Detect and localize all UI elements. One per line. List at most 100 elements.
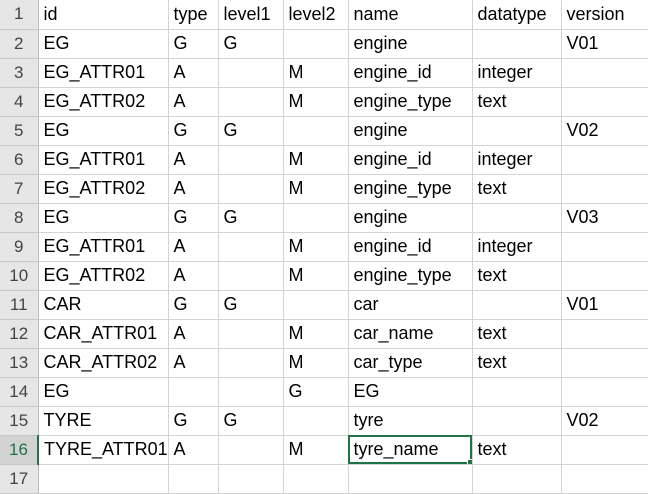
cell-type[interactable] — [168, 464, 219, 494]
row-header[interactable]: 16 — [0, 435, 39, 465]
cell-datatype[interactable] — [472, 377, 562, 407]
cell-level2[interactable] — [283, 464, 349, 494]
row-header[interactable]: 10 — [0, 261, 39, 291]
cell-type[interactable]: G — [168, 203, 219, 233]
cell-level2[interactable]: M — [283, 261, 349, 291]
cell-id[interactable]: TYRE — [38, 406, 169, 436]
cell-version[interactable]: version — [561, 0, 648, 30]
cell-level2[interactable]: M — [283, 174, 349, 204]
cell-level1[interactable]: G — [218, 406, 284, 436]
cell-type[interactable]: A — [168, 319, 219, 349]
cell-level1[interactable] — [218, 58, 284, 88]
cell-version[interactable]: V01 — [561, 290, 648, 320]
cell-datatype[interactable]: text — [472, 261, 562, 291]
cell-id[interactable]: CAR_ATTR02 — [38, 348, 169, 378]
cell-type[interactable]: G — [168, 290, 219, 320]
row-header[interactable]: 13 — [0, 348, 39, 378]
row-header[interactable]: 6 — [0, 145, 39, 175]
cell-level2[interactable]: M — [283, 435, 349, 465]
row-header[interactable]: 7 — [0, 174, 39, 204]
cell-version[interactable]: V02 — [561, 406, 648, 436]
cell-type[interactable]: G — [168, 406, 219, 436]
cell-name[interactable]: engine_type — [348, 174, 473, 204]
cell-level1[interactable]: G — [218, 290, 284, 320]
cell-level2[interactable]: M — [283, 348, 349, 378]
cell-version[interactable] — [561, 464, 648, 494]
cell-id[interactable]: id — [38, 0, 169, 30]
row-header[interactable]: 9 — [0, 232, 39, 262]
cell-level2[interactable]: M — [283, 232, 349, 262]
cell-version[interactable] — [561, 377, 648, 407]
cell-datatype[interactable]: integer — [472, 232, 562, 262]
cell-id[interactable]: EG_ATTR01 — [38, 145, 169, 175]
cell-version[interactable]: V02 — [561, 116, 648, 146]
cell-level1[interactable] — [218, 87, 284, 117]
row-header[interactable]: 17 — [0, 464, 39, 494]
cell-name[interactable]: engine_id — [348, 145, 473, 175]
cell-level2[interactable]: G — [283, 377, 349, 407]
cell-level1[interactable]: G — [218, 29, 284, 59]
cell-datatype[interactable] — [472, 116, 562, 146]
cell-id[interactable]: EG_ATTR01 — [38, 58, 169, 88]
row-header[interactable]: 8 — [0, 203, 39, 233]
cell-name[interactable]: engine_id — [348, 232, 473, 262]
cell-level1[interactable]: G — [218, 203, 284, 233]
cell-level1[interactable]: level1 — [218, 0, 284, 30]
row-header[interactable]: 4 — [0, 87, 39, 117]
cell-level2[interactable]: M — [283, 319, 349, 349]
cell-level1[interactable] — [218, 377, 284, 407]
cell-level2[interactable]: level2 — [283, 0, 349, 30]
cell-level2[interactable] — [283, 116, 349, 146]
cell-datatype[interactable]: text — [472, 174, 562, 204]
cell-level2[interactable]: M — [283, 58, 349, 88]
cell-datatype[interactable]: text — [472, 348, 562, 378]
cell-datatype[interactable] — [472, 203, 562, 233]
cell-level1[interactable] — [218, 464, 284, 494]
cell-id[interactable]: CAR_ATTR01 — [38, 319, 169, 349]
cell-id[interactable]: EG — [38, 203, 169, 233]
cell-version[interactable] — [561, 348, 648, 378]
cell-datatype[interactable]: text — [472, 87, 562, 117]
cell-type[interactable]: A — [168, 58, 219, 88]
cell-level2[interactable] — [283, 290, 349, 320]
cell-type[interactable]: A — [168, 174, 219, 204]
cell-type[interactable] — [168, 377, 219, 407]
cell-level2[interactable]: M — [283, 87, 349, 117]
cell-datatype[interactable]: datatype — [472, 0, 562, 30]
cell-version[interactable] — [561, 58, 648, 88]
cell-id[interactable]: EG — [38, 116, 169, 146]
cell-id[interactable] — [38, 464, 169, 494]
cell-name[interactable]: engine_type — [348, 261, 473, 291]
row-header[interactable]: 3 — [0, 58, 39, 88]
cell-level2[interactable] — [283, 29, 349, 59]
cell-type[interactable]: A — [168, 435, 219, 465]
cell-level2[interactable] — [283, 406, 349, 436]
cell-level1[interactable] — [218, 435, 284, 465]
cell-name[interactable]: name — [348, 0, 473, 30]
cell-type[interactable]: A — [168, 145, 219, 175]
cell-id[interactable]: EG_ATTR01 — [38, 232, 169, 262]
row-header[interactable]: 5 — [0, 116, 39, 146]
cell-version[interactable] — [561, 232, 648, 262]
cell-level2[interactable]: M — [283, 145, 349, 175]
cell-level1[interactable] — [218, 348, 284, 378]
cell-type[interactable]: G — [168, 29, 219, 59]
cell-id[interactable]: EG — [38, 29, 169, 59]
cell-type[interactable]: A — [168, 348, 219, 378]
cell-name[interactable]: car — [348, 290, 473, 320]
cell-name[interactable]: engine — [348, 116, 473, 146]
cell-version[interactable]: V01 — [561, 29, 648, 59]
cell-id[interactable]: TYRE_ATTR01 — [38, 435, 169, 465]
cell-datatype[interactable] — [472, 406, 562, 436]
cell-version[interactable] — [561, 261, 648, 291]
cell-level1[interactable] — [218, 174, 284, 204]
cell-type[interactable]: type — [168, 0, 219, 30]
cell-version[interactable] — [561, 174, 648, 204]
cell-level1[interactable] — [218, 145, 284, 175]
row-header[interactable]: 1 — [0, 0, 39, 30]
cell-datatype[interactable] — [472, 464, 562, 494]
cell-version[interactable] — [561, 145, 648, 175]
cell-version[interactable]: V03 — [561, 203, 648, 233]
cell-name[interactable] — [348, 464, 473, 494]
cell-datatype[interactable]: text — [472, 319, 562, 349]
